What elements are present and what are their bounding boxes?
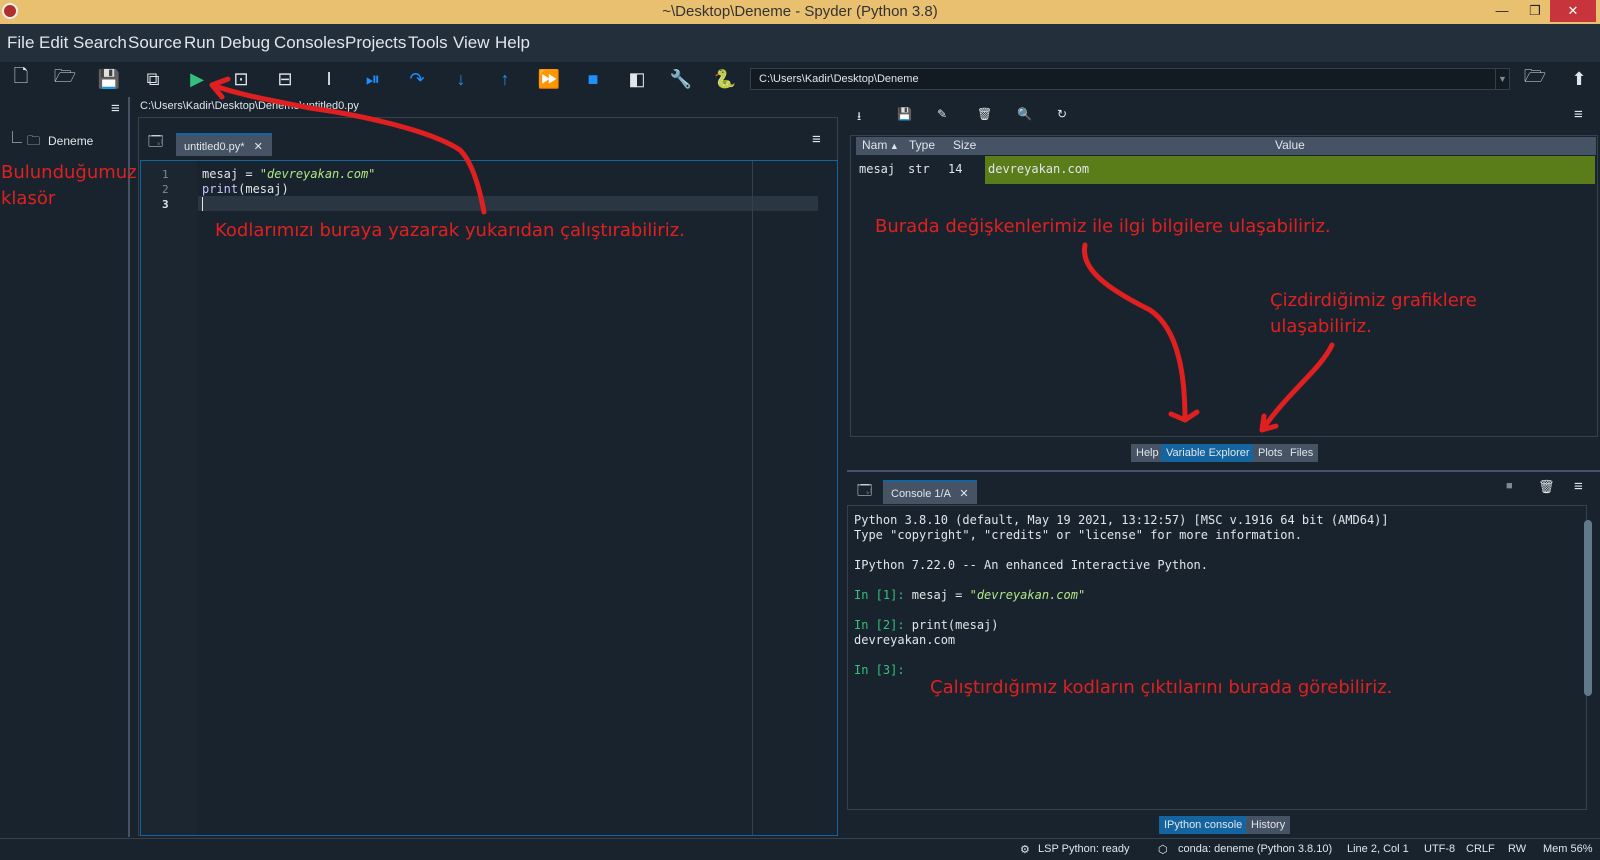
arrow-to-plots xyxy=(1259,342,1335,433)
annotation-arrows xyxy=(209,76,1335,433)
arrow-to-run xyxy=(209,82,487,215)
arrow-to-variable-explorer xyxy=(1081,242,1188,423)
